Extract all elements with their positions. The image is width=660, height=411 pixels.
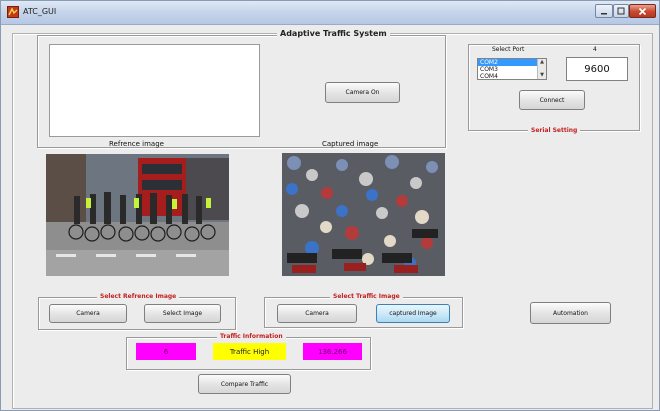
automation-button[interactable]: Automation [530,302,611,324]
traffic-camera-button[interactable]: Camera [277,304,357,323]
port-number-label: 4 [593,46,597,53]
app-window: ATC_GUI Adaptive Traffic System Refrence… [0,0,660,411]
maximize-button[interactable] [613,4,629,18]
reference-image-label: Refrence image [109,140,164,148]
matlab-app-icon [7,6,19,18]
com-port-item-com2[interactable]: COM2 [478,59,546,66]
listbox-scrollbar[interactable]: ▲ ▼ [537,59,546,79]
vehicle-count-display: 6 [136,343,196,360]
com-port-listbox[interactable]: COM2 COM3 COM4 ▲ ▼ [477,58,547,80]
camera-on-button[interactable]: Camera On [325,82,400,103]
compare-traffic-button[interactable]: Compare Traffic [198,374,291,394]
serial-setting-title: Serial Setting [528,127,581,134]
title-bar[interactable]: ATC_GUI [1,1,659,25]
com-port-item-com4[interactable]: COM4 [478,73,546,79]
captured-traffic-photo [282,153,445,276]
connect-button[interactable]: Connect [519,90,585,110]
scroll-down-arrow-icon[interactable]: ▼ [539,72,545,79]
window-title: ATC_GUI [23,7,57,16]
pixel-value-display: 136.266 [303,343,362,360]
baud-rate-input[interactable]: 9600 [566,57,628,81]
traffic-information-title: Traffic Information [217,333,286,340]
select-reference-title: Select Refrence Image [97,293,180,300]
select-traffic-title: Select Traffic Image [330,293,403,300]
traffic-status-display: Traffic High [213,343,286,360]
scroll-up-arrow-icon[interactable]: ▲ [539,59,545,66]
select-image-button[interactable]: Select Image [144,304,221,323]
main-panel-title: Adaptive Traffic System [277,29,390,38]
captured-image-button[interactable]: captured Image [376,304,450,323]
minimize-button[interactable] [595,4,613,18]
reference-traffic-photo [46,154,229,276]
reference-image-preview [49,44,260,137]
close-button[interactable] [629,4,656,18]
captured-image-label: Captured image [322,140,379,148]
reference-camera-button[interactable]: Camera [49,304,127,323]
select-port-label: Select Port [492,46,525,53]
com-port-item-com3[interactable]: COM3 [478,66,546,73]
